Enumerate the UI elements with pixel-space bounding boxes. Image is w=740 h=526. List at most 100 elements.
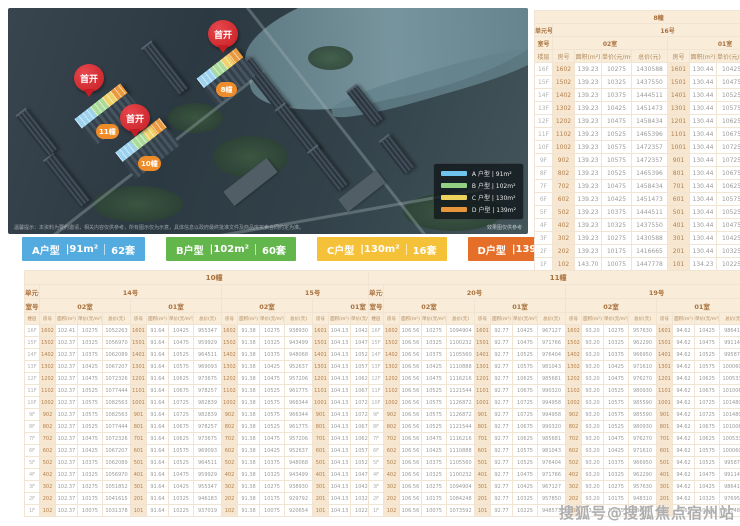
num-cell: 130.44 [690,63,717,76]
hao-cell: 1101 [475,385,491,397]
ch-cell: 面积(m²) [690,50,717,63]
num-cell: 139.23 [575,128,602,141]
ch-cell: 总价(元) [194,313,222,325]
num-cell: 10725 [695,397,720,409]
fl-cell: 8F [535,167,553,180]
num-cell: 94.62 [673,409,695,421]
num-cell: 1082563 [103,397,131,409]
fl-cell: 4F [25,469,40,481]
hao-cell: 601 [668,193,690,206]
num-cell: 10625 [717,115,740,128]
num-cell: 1458434 [632,115,668,128]
ch-cell: 面积(m²) [329,313,351,325]
hao-cell: 901 [475,409,491,421]
num-cell: 1073592 [447,505,475,517]
num-cell: 10475 [602,180,632,193]
num-cell: 106.56 [400,409,422,421]
num-cell: 980930 [629,421,657,433]
table-row: 10F1002106.56105751126872100192.77107259… [369,397,740,409]
table-row: 3F302139.23102751430588301130.4410425135… [535,232,740,245]
num-cell: 10575 [602,154,632,167]
hao-cell: 1301 [668,102,690,115]
num-cell: 10325 [602,76,632,89]
num-cell: 10625 [695,433,720,445]
table-row: 4F402102.3710325105697040191.64104759599… [25,469,404,481]
hao-cell: 1201 [131,373,147,385]
hao-cell: 1401 [657,349,673,361]
num-cell: 1447778 [632,258,668,271]
num-cell: 139.23 [575,63,602,76]
num-cell: 1430588 [632,63,668,76]
num-cell: 10525 [260,421,285,433]
num-cell: 130.44 [690,206,717,219]
hao-cell: 702 [40,433,56,445]
fl-cell: 2F [535,245,553,258]
badge-divider [406,244,407,255]
num-cell: 10525 [717,89,740,102]
num-cell: 10725 [717,141,740,154]
num-cell: 139.23 [575,154,602,167]
num-cell: 10275 [604,481,629,493]
hao-cell: 601 [313,445,329,457]
hao-cell: 602 [566,445,582,457]
hao-cell: 1502 [40,337,56,349]
num-cell: 94.62 [673,349,695,361]
num-cell: 10425 [695,481,720,493]
num-cell: 966344 [285,409,313,421]
num-cell: 139.23 [575,76,602,89]
num-cell: 1100232 [447,469,475,481]
num-cell: 102.37 [56,469,78,481]
hao-cell: 1101 [131,385,147,397]
num-cell: 92.77 [491,397,513,409]
hao-cell: 1502 [384,337,400,349]
num-cell: 10275 [602,232,632,245]
num-cell: 1105560 [447,457,475,469]
table-row: 7F702139.23104751458434701130.4410625138… [535,180,740,193]
num-cell: 1437550 [632,76,668,89]
hero-render-note: 效果图仅供参考 [487,224,522,231]
aerial-rendering-image[interactable]: 首开 首开 首开 11幢 10幢 8幢 A 户型 | 91m² B 户型 | 1… [8,8,528,234]
num-cell: 1005338 [720,433,740,445]
hao-cell: 502 [553,206,575,219]
num-cell: 91.38 [238,469,260,481]
num-cell: 10525 [604,385,629,397]
num-cell: 106.56 [400,325,422,337]
num-cell: 91.64 [147,361,169,373]
hao-cell: 1202 [40,373,56,385]
num-cell: 130.44 [690,193,717,206]
hao-cell: 201 [475,493,491,505]
num-cell: 1082563 [103,409,131,421]
legend-swatch-b-icon [441,183,467,188]
hao-cell: 902 [222,409,238,421]
num-cell: 10375 [604,349,629,361]
hao-cell: 1302 [40,361,56,373]
table-row: 9F902102.3710575108256390191.64107259828… [25,409,404,421]
num-cell: 91.38 [238,493,260,505]
fl-cell: 12F [535,115,553,128]
num-cell: 134.23 [690,258,717,271]
num-cell: 102.37 [56,361,78,373]
num-cell: 10425 [717,232,740,245]
fl-cell: 13F [535,102,553,115]
num-cell: 985590 [629,397,657,409]
num-cell: 10475 [78,373,103,385]
fl-cell: 6F [369,445,384,457]
num-cell: 139.23 [575,180,602,193]
fl-cell: 11F [25,385,40,397]
fl-cell: 9F [369,409,384,421]
num-cell: 969093 [194,361,222,373]
num-cell: 10325 [604,337,629,349]
h-cell: 02室 [566,299,657,313]
fl-cell: 15F [535,76,553,89]
hao-cell: 1102 [222,385,238,397]
hao-cell: 1202 [553,115,575,128]
num-cell: 982839 [194,409,222,421]
hao-cell: 702 [222,433,238,445]
hao-cell: 1001 [668,141,690,154]
num-cell: 91.38 [238,373,260,385]
num-cell: 106.56 [400,385,422,397]
num-cell: 10575 [602,141,632,154]
num-cell: 981043 [538,445,566,457]
fl-cell: 14F [25,349,40,361]
num-cell: 130.44 [690,115,717,128]
